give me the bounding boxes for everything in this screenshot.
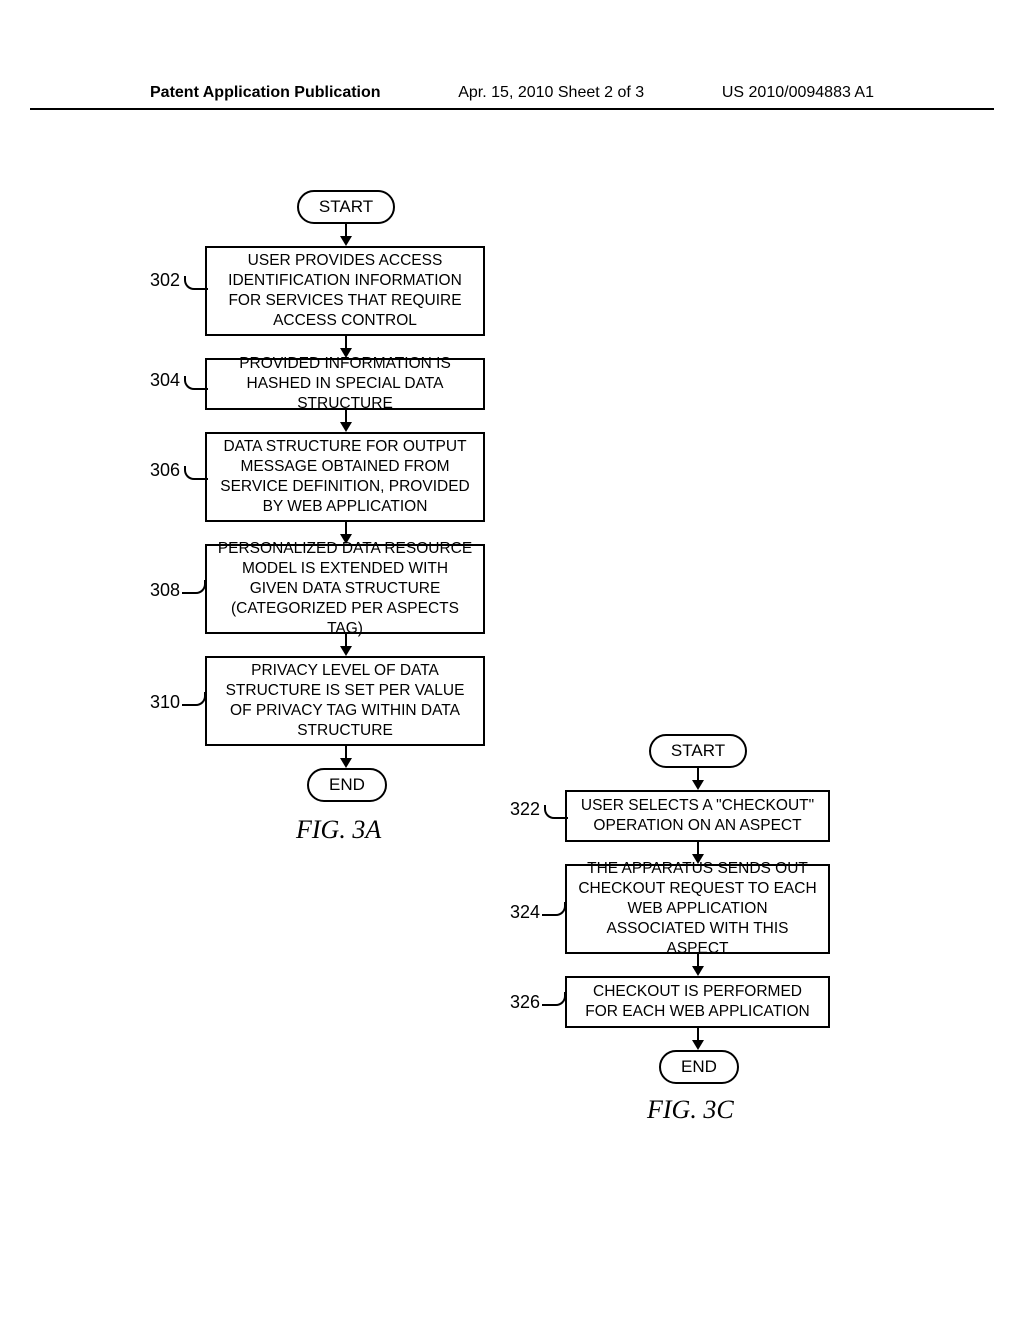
leader-line bbox=[184, 276, 208, 290]
ref-306: 306 bbox=[150, 460, 180, 481]
fig3a-start-terminator: START bbox=[297, 190, 395, 224]
ref-302: 302 bbox=[150, 270, 180, 291]
arrow-head-icon bbox=[692, 780, 704, 790]
fig3c-start-terminator: START bbox=[649, 734, 747, 768]
ref-304: 304 bbox=[150, 370, 180, 391]
fig3a-caption: FIG. 3A bbox=[296, 815, 381, 845]
arrow-head-icon bbox=[692, 1040, 704, 1050]
fig3a-step-306: DATA STRUCTURE FOR OUTPUT MESSAGE OBTAIN… bbox=[205, 432, 485, 522]
arrow-head-icon bbox=[340, 758, 352, 768]
page-header: Patent Application Publication Apr. 15, … bbox=[30, 84, 994, 110]
arrow-head-icon bbox=[340, 236, 352, 246]
fig3c-step-324: THE APPARATUS SENDS OUT CHECKOUT REQUEST… bbox=[565, 864, 830, 954]
ref-310: 310 bbox=[150, 692, 180, 713]
arrow-head-icon bbox=[340, 646, 352, 656]
arrow-head-icon bbox=[692, 966, 704, 976]
header-mid: Apr. 15, 2010 Sheet 2 of 3 bbox=[458, 84, 644, 102]
leader-line bbox=[182, 692, 206, 706]
fig3c-step-326: CHECKOUT IS PERFORMED FOR EACH WEB APPLI… bbox=[565, 976, 830, 1028]
fig3c-caption: FIG. 3C bbox=[647, 1095, 734, 1125]
ref-326: 326 bbox=[510, 992, 540, 1013]
ref-324: 324 bbox=[510, 902, 540, 923]
ref-322: 322 bbox=[510, 799, 540, 820]
fig3a-step-310: PRIVACY LEVEL OF DATA STRUCTURE IS SET P… bbox=[205, 656, 485, 746]
fig3c-end-terminator: END bbox=[659, 1050, 739, 1084]
leader-line bbox=[184, 376, 208, 390]
fig3c-step-322: USER SELECTS A "CHECKOUT" OPERATION ON A… bbox=[565, 790, 830, 842]
fig3a-step-302: USER PROVIDES ACCESS IDENTIFICATION INFO… bbox=[205, 246, 485, 336]
leader-line bbox=[182, 580, 206, 594]
leader-line bbox=[542, 992, 566, 1006]
fig3a-step-304: PROVIDED INFORMATION IS HASHED IN SPECIA… bbox=[205, 358, 485, 410]
fig3a-end-terminator: END bbox=[307, 768, 387, 802]
fig3a-step-308: PERSONALIZED DATA RESOURCE MODEL IS EXTE… bbox=[205, 544, 485, 634]
diagram-canvas: START USER PROVIDES ACCESS IDENTIFICATIO… bbox=[0, 120, 1024, 1300]
header-left: Patent Application Publication bbox=[150, 84, 381, 102]
leader-line bbox=[544, 805, 568, 819]
arrow-head-icon bbox=[340, 422, 352, 432]
ref-308: 308 bbox=[150, 580, 180, 601]
leader-line bbox=[542, 902, 566, 916]
leader-line bbox=[184, 466, 208, 480]
header-right: US 2010/0094883 A1 bbox=[722, 84, 874, 102]
